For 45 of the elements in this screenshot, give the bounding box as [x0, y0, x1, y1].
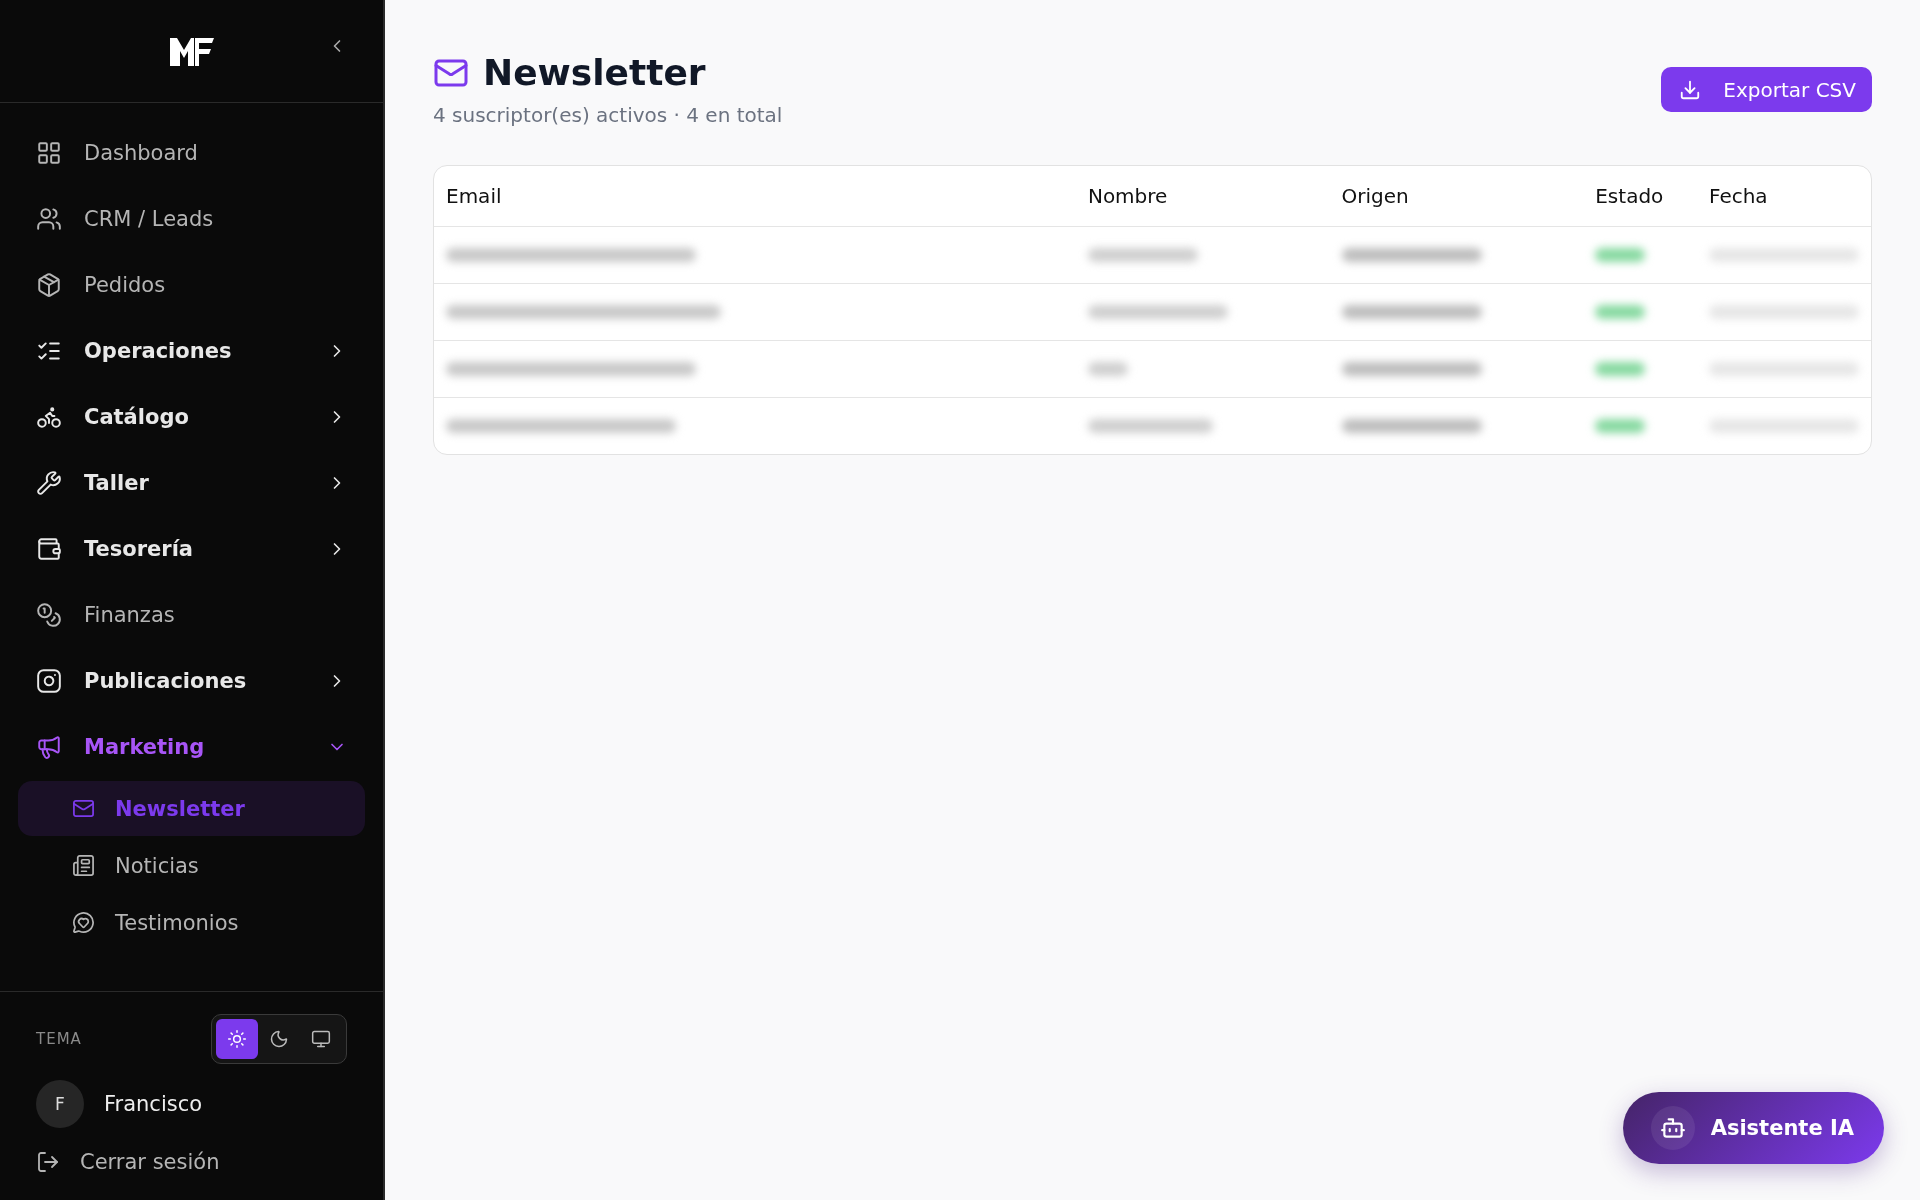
camera-icon [36, 668, 62, 694]
nav-item[interactable]: Operaciones [18, 318, 365, 384]
export-button[interactable]: Exportar CSV [1661, 67, 1872, 112]
newspaper-icon [72, 854, 95, 877]
assistant-button[interactable]: Asistente IA [1622, 1092, 1884, 1164]
coins-icon [36, 602, 62, 628]
sun-icon [227, 1029, 247, 1049]
theme-option[interactable] [216, 1019, 258, 1059]
nav-item[interactable]: Dashboard [18, 120, 365, 186]
nav-subitem[interactable]: Noticias [18, 838, 365, 893]
nav-item[interactable]: Catálogo [18, 384, 365, 450]
column-header: Email [434, 166, 1076, 227]
nav-item[interactable]: CRM / Leads [18, 186, 365, 252]
logout-icon [36, 1150, 60, 1174]
bicycle-icon [36, 404, 62, 430]
heart-chat-icon [72, 911, 95, 934]
moon-icon [269, 1029, 289, 1049]
mail-icon [72, 797, 95, 820]
monitor-icon [311, 1029, 331, 1049]
nav-item[interactable]: Finanzas [18, 582, 365, 648]
nav-item[interactable]: Taller [18, 450, 365, 516]
column-header: Estado [1583, 166, 1697, 227]
column-header: Fecha [1696, 166, 1871, 227]
user-name: Francisco [104, 1092, 203, 1116]
nav-item[interactable]: Pedidos [18, 252, 365, 318]
nav-item[interactable]: Marketing [18, 714, 365, 780]
grid-icon [36, 140, 62, 166]
page-subtitle: 4 suscriptor(es) activos · 4 en total [433, 103, 783, 127]
nav-item[interactable]: Tesorería [18, 516, 365, 582]
page-title: Newsletter [483, 52, 706, 93]
wallet-icon [36, 536, 62, 562]
nav-item[interactable]: Publicaciones [18, 648, 365, 714]
robot-icon [1659, 1115, 1686, 1141]
users-icon [36, 206, 62, 232]
avatar: F [36, 1080, 84, 1128]
box-icon [36, 272, 62, 298]
logo-icon [169, 36, 214, 66]
wrench-icon [36, 470, 62, 496]
download-icon [1679, 78, 1702, 101]
megaphone-icon [36, 734, 62, 760]
logout-button[interactable]: Cerrar sesión [36, 1144, 347, 1180]
theme-label: TEMA [36, 1030, 82, 1048]
column-header: Nombre [1075, 166, 1330, 227]
column-header: Origen [1329, 166, 1584, 227]
nav-subitem[interactable]: Testimonios [18, 895, 365, 950]
